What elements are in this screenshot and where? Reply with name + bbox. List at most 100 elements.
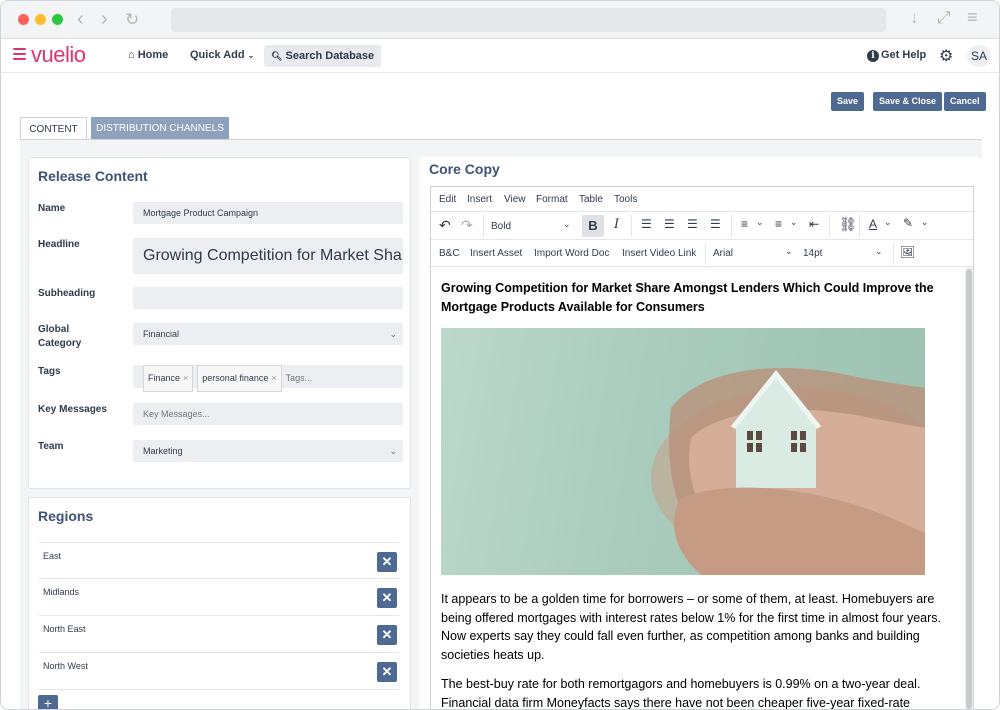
browser-window: ‹ › ↻ ↓ ⤢ ≡ vuelio ⌂ Home Quick Add ⌄ 🔍︎…	[0, 0, 1000, 710]
global-category-select[interactable]: Financial ⌄	[133, 323, 403, 345]
global-category-label-line2: Category	[38, 338, 82, 349]
search-database-label: Search Database	[285, 50, 375, 62]
chevron-down-icon[interactable]: ⌄	[790, 217, 798, 228]
remove-region-button[interactable]: ✕	[377, 625, 397, 645]
insert-video-link-button[interactable]: Insert Video Link	[622, 248, 696, 259]
insert-image-icon[interactable]: 🖼︎	[900, 245, 915, 259]
chevron-down-icon: ⌄	[875, 246, 883, 256]
name-field[interactable]: Mortgage Product Campaign	[133, 202, 403, 224]
font-family-value: Arial	[713, 248, 734, 259]
tab-distribution-channels[interactable]: DISTRIBUTION CHANNELS	[91, 117, 229, 140]
tags-input[interactable]: Finance × personal finance × Tags...	[133, 365, 403, 392]
regions-title: Regions	[38, 508, 94, 524]
subheading-field[interactable]	[133, 287, 403, 309]
team-select[interactable]: Marketing ⌄	[133, 440, 403, 462]
import-word-doc-button[interactable]: Import Word Doc	[534, 248, 609, 259]
outdent-icon[interactable]: ⇤	[809, 217, 819, 231]
bc-button[interactable]: B&C	[439, 248, 460, 259]
document-heading: Growing Competition for Market Share Amo…	[441, 281, 934, 314]
minimize-window-button[interactable]	[35, 14, 46, 25]
search-database-button[interactable]: 🔍︎ Search Database	[264, 45, 382, 67]
add-region-button[interactable]: +	[38, 695, 58, 709]
address-bar[interactable]	[171, 8, 886, 32]
bold-button[interactable]: B	[582, 215, 604, 237]
nav-quick-add[interactable]: Quick Add ⌄	[190, 49, 254, 61]
editor-toolbar-secondary: B&C Insert Asset Import Word Doc Insert …	[431, 240, 973, 267]
home-icon: ⌂	[128, 49, 135, 61]
chevron-down-icon[interactable]: ⌄	[921, 217, 929, 228]
editor-scrollbar[interactable]	[965, 267, 973, 709]
numbered-list-icon[interactable]: ≡	[775, 217, 782, 231]
rich-text-editor: Edit Insert View Format Table Tools ↶ ↷ …	[430, 186, 974, 710]
cancel-button[interactable]: Cancel	[944, 92, 986, 111]
link-icon[interactable]: ⛓	[839, 216, 857, 233]
region-label: North West	[43, 661, 88, 671]
chevron-down-icon: ⌄	[389, 446, 397, 456]
reload-icon[interactable]: ↻	[125, 9, 139, 31]
font-size-value: 14pt	[803, 248, 823, 259]
editor-document[interactable]: Growing Competition for Market Share Amo…	[431, 267, 965, 710]
headline-field[interactable]: Growing Competition for Market Sha	[133, 238, 403, 274]
menu-insert[interactable]: Insert	[467, 194, 492, 205]
undo-icon[interactable]: ↶	[439, 217, 451, 234]
menu-format[interactable]: Format	[536, 194, 568, 205]
vuelio-logo[interactable]: vuelio	[31, 42, 86, 68]
key-messages-input[interactable]: Key Messages...	[133, 403, 403, 425]
download-icon[interactable]: ↓	[910, 8, 919, 28]
key-messages-label: Key Messages	[38, 404, 107, 415]
font-family-select[interactable]: Arial ⌄	[713, 243, 797, 264]
browser-menu-icon[interactable]: ≡	[967, 7, 978, 28]
align-left-icon[interactable]: ☰	[641, 217, 652, 231]
remove-region-button[interactable]: ✕	[377, 552, 397, 572]
remove-region-button[interactable]: ✕	[377, 662, 397, 682]
text-color-icon[interactable]: A	[869, 217, 877, 231]
back-arrow-icon[interactable]: ‹	[77, 8, 84, 30]
hamburger-menu-icon[interactable]	[13, 48, 26, 61]
menu-view[interactable]: View	[504, 194, 526, 205]
chevron-down-icon[interactable]: ⌄	[884, 217, 892, 228]
avatar[interactable]: SA	[967, 45, 991, 67]
nav-home-label: Home	[137, 49, 169, 61]
remove-tag-icon[interactable]: ×	[271, 373, 276, 383]
align-justify-icon[interactable]: ☰	[710, 217, 721, 231]
align-right-icon[interactable]: ☰	[687, 217, 698, 231]
chevron-down-icon[interactable]: ⌄	[756, 217, 764, 228]
highlight-icon[interactable]: ✎	[903, 216, 913, 230]
align-center-icon[interactable]: ☰	[664, 217, 675, 231]
tags-placeholder: Tags...	[285, 373, 313, 383]
editor-toolbar-primary: ↶ ↷ Bold ⌄ B I ☰ ☰ ☰ ☰ ≡ ⌄ ≡ ⌄ ⇤ ⛓ A ⌄ ✎…	[431, 212, 973, 240]
remove-region-button[interactable]: ✕	[377, 588, 397, 608]
menu-table[interactable]: Table	[579, 194, 603, 205]
remove-tag-icon[interactable]: ×	[183, 373, 188, 383]
chevron-down-icon: ⌄	[389, 329, 397, 339]
editor-menubar: Edit Insert View Format Table Tools	[431, 187, 973, 212]
subheading-label: Subheading	[38, 288, 96, 299]
bullet-list-icon[interactable]: ≡	[741, 217, 748, 231]
italic-button[interactable]: I	[614, 217, 619, 232]
tab-content[interactable]: CONTENT	[20, 117, 87, 140]
region-label: North East	[43, 624, 86, 634]
menu-tools[interactable]: Tools	[614, 194, 637, 205]
team-value: Marketing	[143, 446, 183, 456]
close-window-button[interactable]	[18, 14, 29, 25]
expand-icon[interactable]: ⤢	[937, 8, 951, 28]
menu-edit[interactable]: Edit	[439, 194, 456, 205]
insert-asset-button[interactable]: Insert Asset	[470, 248, 522, 259]
tag-chip-label: personal finance	[202, 373, 269, 383]
save-button[interactable]: Save	[831, 92, 865, 111]
document-paragraph-2: The best-buy rate for both remortgagors …	[441, 677, 921, 710]
maximize-window-button[interactable]	[52, 14, 63, 25]
block-format-select[interactable]: Bold ⌄	[491, 215, 577, 237]
save-close-button[interactable]: Save & Close	[873, 92, 943, 111]
redo-icon[interactable]: ↷	[461, 217, 473, 234]
house-hands-illustration	[651, 368, 925, 575]
editor-scrollbar-thumb[interactable]	[966, 269, 972, 709]
core-copy-title: Core Copy	[429, 161, 500, 177]
get-help-button[interactable]: i Get Help	[867, 49, 926, 62]
font-size-select[interactable]: 14pt ⌄	[803, 243, 889, 264]
gear-icon[interactable]: ⚙	[939, 46, 953, 66]
search-icon: 🔍︎	[271, 51, 283, 61]
forward-arrow-icon[interactable]: ›	[101, 8, 108, 30]
nav-home[interactable]: ⌂ Home	[128, 49, 168, 61]
house-hands-image	[441, 328, 925, 575]
